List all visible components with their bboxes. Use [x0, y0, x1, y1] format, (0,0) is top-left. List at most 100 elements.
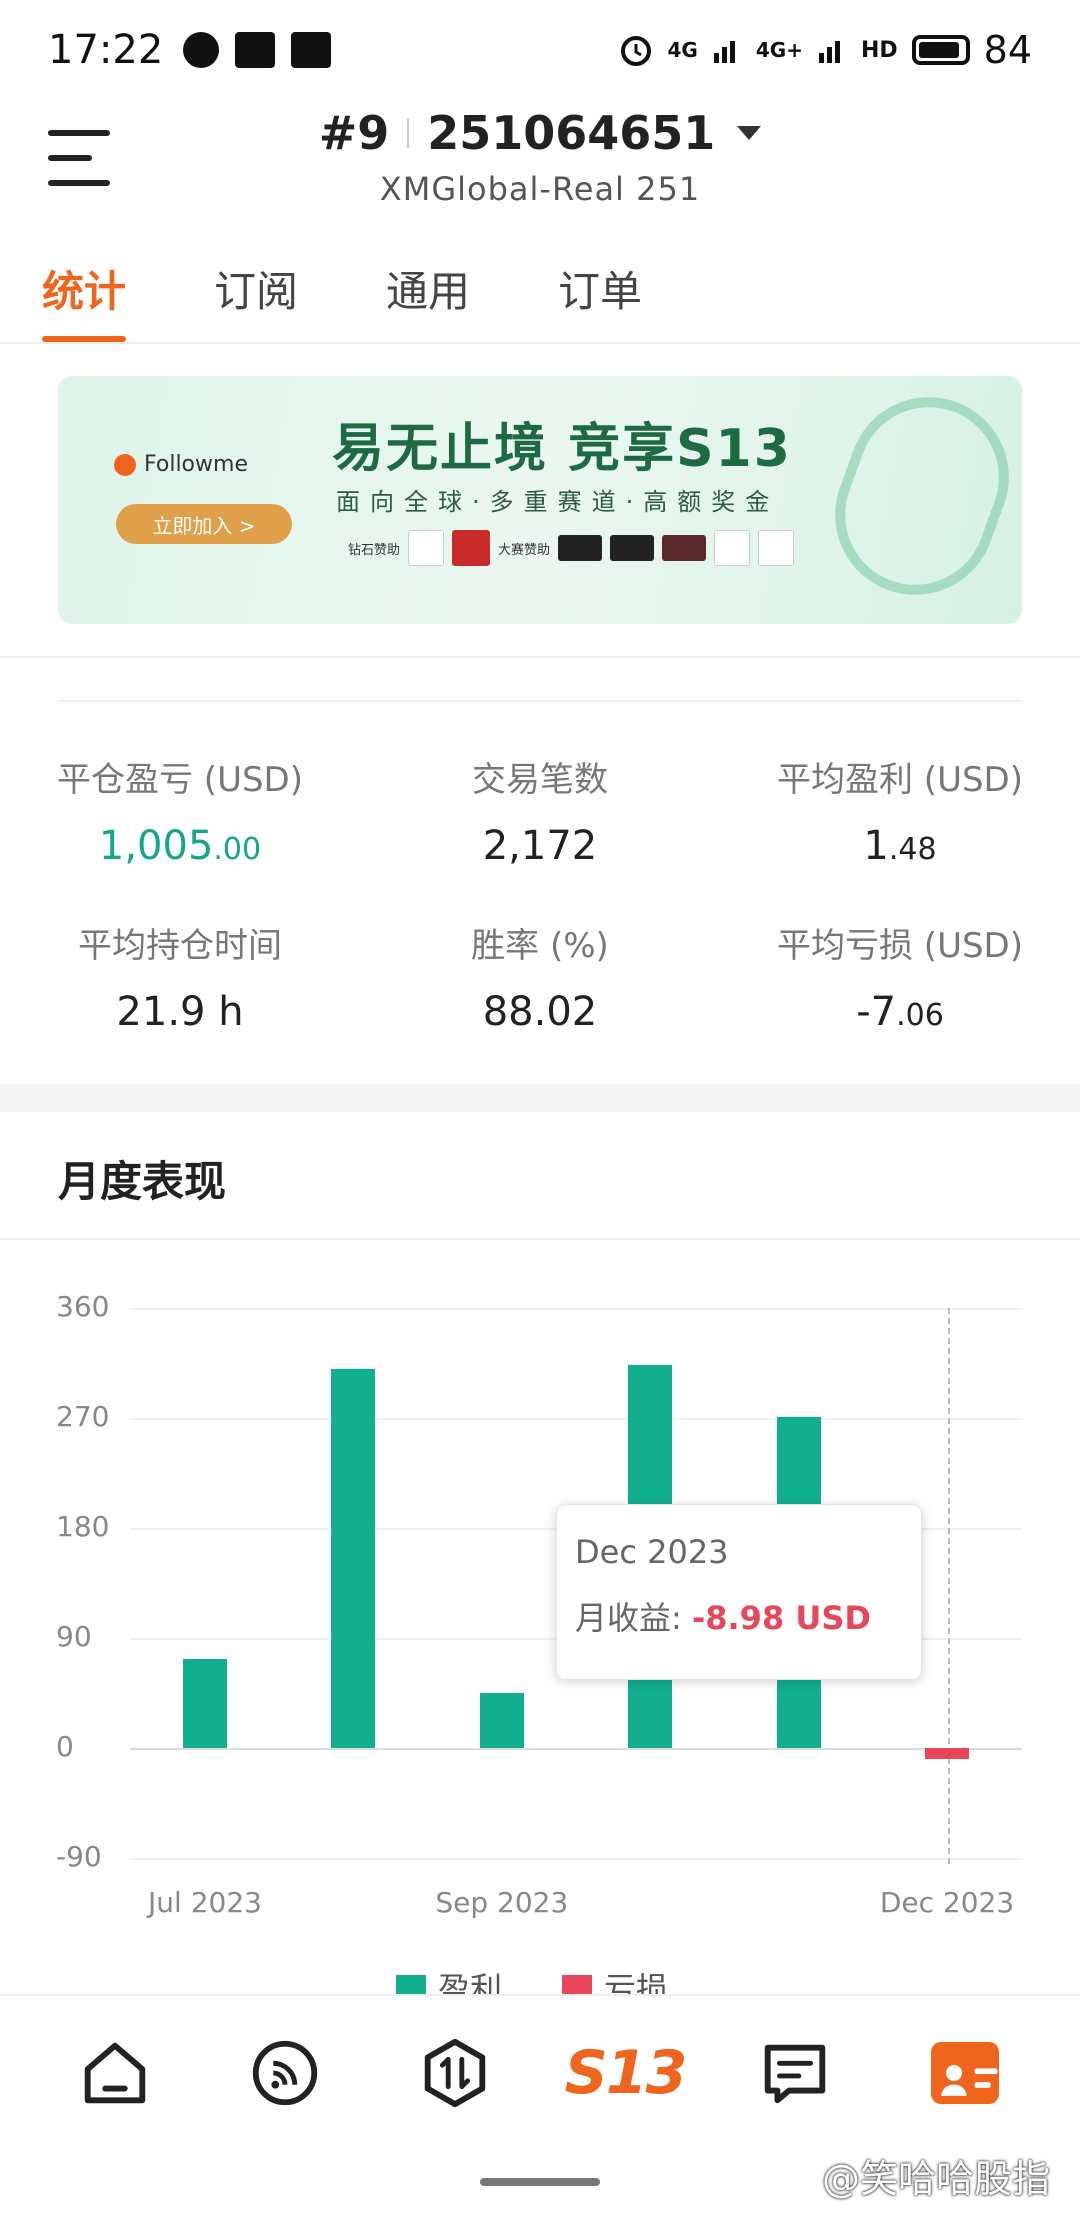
profile-card-icon [931, 2042, 999, 2104]
nav-trade[interactable] [410, 2028, 500, 2118]
stat-value: 1,005.00 [0, 823, 360, 869]
gridline [130, 1308, 1022, 1310]
account-number: 251064651 [427, 106, 716, 160]
stat-label: 平均盈利 (USD) [777, 760, 1023, 800]
dropdown-caret-icon [737, 126, 762, 140]
tab-bar: 统计 订阅 通用 订单 [0, 240, 1080, 344]
stat-avg-hold: 平均持仓时间 21.9 h [0, 918, 360, 1035]
chart-tooltip: Dec 2023 月收益: -8.98 USD [556, 1504, 922, 1680]
divider [0, 1238, 1080, 1240]
battery-level: 84 [983, 28, 1032, 72]
home-icon [84, 2042, 146, 2104]
separator [407, 118, 410, 148]
y-tick-label: 360 [56, 1290, 110, 1323]
signal-4gplus-icon: 4G+ [755, 38, 803, 62]
nav-feed[interactable] [240, 2028, 330, 2118]
sponsor-logo [558, 535, 603, 561]
followme-logo-icon [114, 453, 136, 476]
join-now-button[interactable]: 立即加入 > [116, 504, 292, 544]
chart-bar[interactable] [479, 1693, 524, 1748]
stat-label: 胜率 (%) [471, 926, 609, 966]
stat-label: 交易笔数 [472, 760, 608, 800]
banner-brand: Followme [114, 452, 248, 477]
monthly-chart[interactable]: Dec 2023 月收益: -8.98 USD 盈利 亏损 360 270 180 9… [0, 1270, 1080, 2010]
chart-cursor-line [948, 1308, 950, 1864]
gridline [130, 1748, 1022, 1750]
sponsor-strip: 钻石赞助 大赛赞助 [348, 530, 795, 566]
chart-bar[interactable] [925, 1748, 969, 1759]
y-tick-label: 270 [56, 1400, 110, 1433]
signal-bars-icon [713, 41, 735, 63]
stat-value-dec: .06 [896, 998, 944, 1033]
status-right: 4G 4G+ HD 84 [618, 28, 1032, 72]
app-header: #9 251064651 XMGlobal-Real 251 [0, 100, 1080, 230]
nav-messages[interactable] [750, 2028, 840, 2118]
sponsor-logo [610, 535, 655, 561]
watermark: @笑哈哈股指 [821, 2157, 1050, 2201]
sponsor-label-2: 大赛赞助 [498, 542, 551, 558]
sponsor-label: 钻石赞助 [348, 542, 401, 558]
chat-bubble-icon [183, 32, 220, 68]
x-tick-label: Dec 2023 [879, 1886, 1015, 1919]
banner-title: 易无止境 竞享S13 [332, 419, 792, 479]
hd-icon: HD [860, 37, 898, 63]
x-tick-label: Sep 2023 [435, 1886, 569, 1919]
stat-value-dec: .48 [888, 832, 937, 867]
divider [58, 700, 1022, 702]
promo-banner[interactable]: Followme 立即加入 > 易无止境 竞享S13 面向全球·多重赛道·高额奖… [58, 376, 1022, 624]
stat-value: 21.9 h [116, 989, 244, 1035]
stat-win-rate: 胜率 (%) 88.02 [360, 918, 720, 1035]
stat-value: 2,172 [482, 823, 598, 869]
stat-value-int: -7 [856, 989, 897, 1035]
tooltip-row: 月收益: -8.98 USD [575, 1593, 903, 1639]
banner-brand-name: Followme [144, 452, 248, 477]
battery-icon [911, 35, 970, 65]
notification-icons [183, 32, 332, 68]
sponsor-logo [714, 530, 751, 566]
tooltip-label: 月收益: [575, 1599, 682, 1637]
banner-subtitle: 面向全球·多重赛道·高额奖金 [336, 488, 780, 516]
tooltip-date: Dec 2023 [575, 1533, 729, 1571]
stat-value-dec: .00 [213, 832, 262, 867]
tab-orders[interactable]: 订单 [558, 240, 642, 342]
trade-icon [424, 2038, 486, 2108]
stat-value: 1.48 [720, 823, 1080, 869]
alipay-icon [291, 32, 332, 68]
feed-icon [252, 2040, 318, 2106]
sponsor-logo [408, 530, 445, 566]
section-separator [0, 1084, 1080, 1112]
tab-subscription[interactable]: 订阅 [214, 240, 298, 342]
sponsor-logo [662, 535, 707, 561]
tab-general[interactable]: 通用 [386, 240, 470, 342]
sponsor-logo [452, 530, 491, 566]
stat-value: -7.06 [720, 989, 1080, 1035]
nav-profile[interactable] [920, 2028, 1010, 2118]
signal-bars-icon-2 [818, 41, 840, 63]
gridline [130, 1858, 1022, 1860]
y-tick-label: -90 [56, 1840, 102, 1873]
gesture-bar[interactable] [480, 2178, 600, 2186]
news-app-icon [235, 32, 276, 68]
chart-bar[interactable] [331, 1369, 376, 1748]
y-tick-label: 90 [56, 1620, 92, 1653]
signal-4g-icon: 4G [667, 38, 698, 62]
alarm-icon [620, 36, 651, 66]
bottom-nav: S13 [0, 1994, 1080, 2150]
tab-statistics[interactable]: 统计 [42, 240, 127, 342]
stat-label: 平均亏损 (USD) [777, 926, 1023, 966]
sponsor-logo [758, 530, 795, 566]
stat-value-int: 1,005 [98, 823, 214, 869]
account-server: XMGlobal-Real 251 [379, 170, 701, 208]
account-index: #9 [318, 106, 390, 160]
s13-icon: S13 [564, 2038, 688, 2108]
tooltip-value: -8.98 USD [691, 1599, 871, 1637]
stat-value-int: 1 [863, 823, 889, 869]
gridline [130, 1418, 1022, 1420]
stat-label: 平仓盈亏 (USD) [57, 760, 303, 800]
account-selector[interactable]: #9 251064651 XMGlobal-Real 251 [0, 106, 1080, 208]
chart-bar[interactable] [183, 1658, 227, 1748]
section-title: 月度表现 [58, 1157, 227, 1206]
nav-home[interactable] [70, 2028, 160, 2118]
nav-s13[interactable]: S13 [565, 2028, 688, 2118]
status-time: 17:22 [48, 27, 164, 73]
